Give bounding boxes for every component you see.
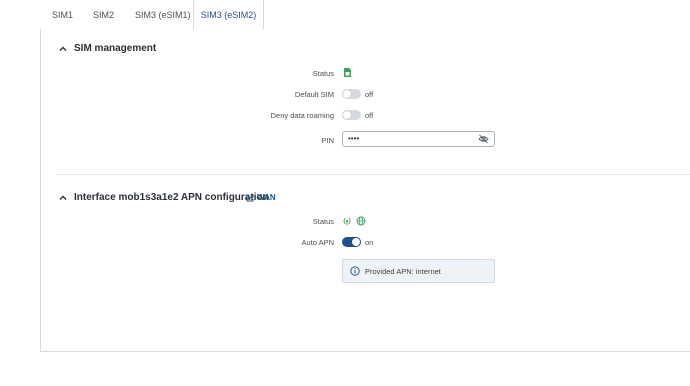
tab-sim3-esim1[interactable]: SIM3 (eSIM1) — [135, 0, 191, 30]
pin-value: •••• — [348, 134, 360, 143]
section-title: Interface mob1s3a1e2 APN configuration — [74, 192, 269, 203]
sim-tabs: SIM1 SIM2 SIM3 (eSIM1) SIM3 (eSIM2) — [40, 0, 690, 30]
deny-roaming-value: off — [365, 111, 374, 120]
status-label: Status — [312, 69, 334, 78]
pin-input[interactable]: •••• — [342, 131, 495, 147]
pin-label: PIN — [321, 136, 334, 145]
default-sim-value: off — [365, 90, 374, 99]
apn-config-header[interactable]: Interface mob1s3a1e2 APN configuration — [58, 192, 269, 203]
default-sim-label: Default SIM — [294, 90, 334, 99]
chevron-up-icon — [59, 195, 67, 200]
sim-card-icon — [344, 68, 351, 77]
apn-status-label: Status — [312, 217, 334, 226]
tab-sim3-esim2[interactable]: SIM3 (eSIM2) — [193, 0, 264, 30]
deny-roaming-toggle[interactable] — [342, 110, 361, 120]
sim-settings-panel — [40, 29, 690, 352]
provided-apn-text: Provided APN: internet — [365, 267, 441, 276]
chevron-up-icon — [59, 46, 67, 51]
wan-link-label: WAN — [257, 193, 276, 202]
auto-apn-label: Auto APN — [301, 238, 334, 247]
auto-apn-toggle[interactable] — [342, 237, 361, 247]
section-title: SIM management — [74, 43, 157, 54]
external-link-icon — [246, 193, 254, 201]
auto-apn-value: on — [365, 238, 374, 247]
globe-icon — [356, 216, 366, 226]
info-icon — [350, 266, 360, 276]
provided-apn-info: Provided APN: internet — [342, 259, 495, 283]
signal-antenna-icon — [343, 217, 351, 226]
wan-link[interactable]: WAN — [246, 193, 276, 202]
tab-sim1[interactable]: SIM1 — [52, 0, 73, 30]
default-sim-toggle[interactable] — [342, 89, 361, 99]
deny-roaming-label: Deny data roaming — [270, 111, 334, 120]
section-divider — [56, 174, 690, 175]
sim-management-header[interactable]: SIM management — [58, 43, 156, 54]
tab-sim2[interactable]: SIM2 — [93, 0, 114, 30]
eye-off-icon[interactable] — [478, 134, 489, 144]
